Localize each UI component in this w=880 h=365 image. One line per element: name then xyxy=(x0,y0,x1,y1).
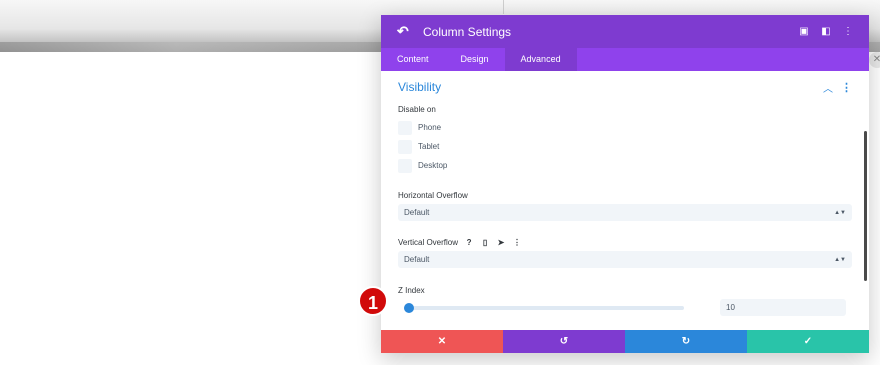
page: ✕ ↶ Column Settings ▣ ◧ ⋮ Content Design… xyxy=(0,0,880,365)
tab-design[interactable]: Design xyxy=(445,48,505,71)
vertical-overflow-select[interactable]: Default ▲▼ xyxy=(398,251,852,268)
phone-checkbox[interactable] xyxy=(398,120,412,135)
section-title: Visibility xyxy=(398,80,442,94)
tablet-label: Tablet xyxy=(418,142,440,151)
modal-title: Column Settings xyxy=(423,24,512,39)
close-circle-icon[interactable]: ✕ xyxy=(869,52,880,68)
undo-button[interactable]: ↺ xyxy=(503,330,625,353)
section-options-icon[interactable]: ⋮ xyxy=(841,81,852,94)
settings-content: Visibility ︿ ⋮ Disable on Phone Tablet D… xyxy=(381,71,869,330)
chevron-up-icon[interactable]: ︿ xyxy=(823,80,833,95)
z-index-slider-thumb[interactable] xyxy=(404,302,414,313)
horizontal-overflow-value: Default xyxy=(404,208,430,217)
column-settings-modal: ↶ Column Settings ▣ ◧ ⋮ Content Design A… xyxy=(381,15,869,353)
desktop-label: Desktop xyxy=(418,161,448,170)
select-arrows-icon: ▲▼ xyxy=(834,209,846,216)
device-option-desktop[interactable]: Desktop xyxy=(398,156,852,175)
tab-bar: Content Design Advanced xyxy=(381,48,869,71)
cursor-hover-icon[interactable]: ➤ xyxy=(496,238,506,247)
disable-on-label: Disable on xyxy=(398,105,436,114)
z-index-input[interactable]: 10 xyxy=(720,299,846,316)
tablet-checkbox[interactable] xyxy=(398,139,412,154)
device-option-phone[interactable]: Phone xyxy=(398,118,852,137)
modal-footer: ✕ ↺ ↻ ✓ xyxy=(381,330,869,353)
columns-layout-icon[interactable]: ◧ xyxy=(815,26,837,37)
cancel-button[interactable]: ✕ xyxy=(381,330,503,353)
horizontal-overflow-label: Horizontal Overflow xyxy=(398,191,468,200)
scrollbar[interactable] xyxy=(864,131,867,281)
horizontal-overflow-select[interactable]: Default ▲▼ xyxy=(398,204,852,221)
more-options-icon[interactable]: ⋮ xyxy=(512,238,522,247)
back-arrow-icon[interactable]: ↶ xyxy=(397,23,411,40)
select-arrows-icon: ▲▼ xyxy=(834,256,846,263)
redo-button[interactable]: ↻ xyxy=(625,330,747,353)
phone-label: Phone xyxy=(418,123,442,132)
modal-header: ↶ Column Settings ▣ ◧ ⋮ xyxy=(381,15,869,48)
vertical-overflow-label: Vertical Overflow xyxy=(398,238,459,247)
save-button[interactable]: ✓ xyxy=(747,330,869,353)
step-marker: 1 xyxy=(358,286,388,316)
phone-device-icon[interactable]: ▯ xyxy=(480,238,490,247)
help-icon[interactable]: ? xyxy=(464,238,474,247)
tab-advanced[interactable]: Advanced xyxy=(504,48,577,71)
z-index-slider[interactable] xyxy=(404,302,684,313)
focus-icon[interactable]: ▣ xyxy=(793,26,815,37)
visibility-section-header[interactable]: Visibility ︿ ⋮ xyxy=(398,71,852,103)
tab-content[interactable]: Content xyxy=(381,48,445,71)
banner-divider xyxy=(503,0,504,14)
more-vertical-icon[interactable]: ⋮ xyxy=(837,26,859,37)
device-option-tablet[interactable]: Tablet xyxy=(398,137,852,156)
desktop-checkbox[interactable] xyxy=(398,158,412,173)
vertical-overflow-value: Default xyxy=(404,255,430,264)
z-index-label: Z Index xyxy=(398,286,425,295)
